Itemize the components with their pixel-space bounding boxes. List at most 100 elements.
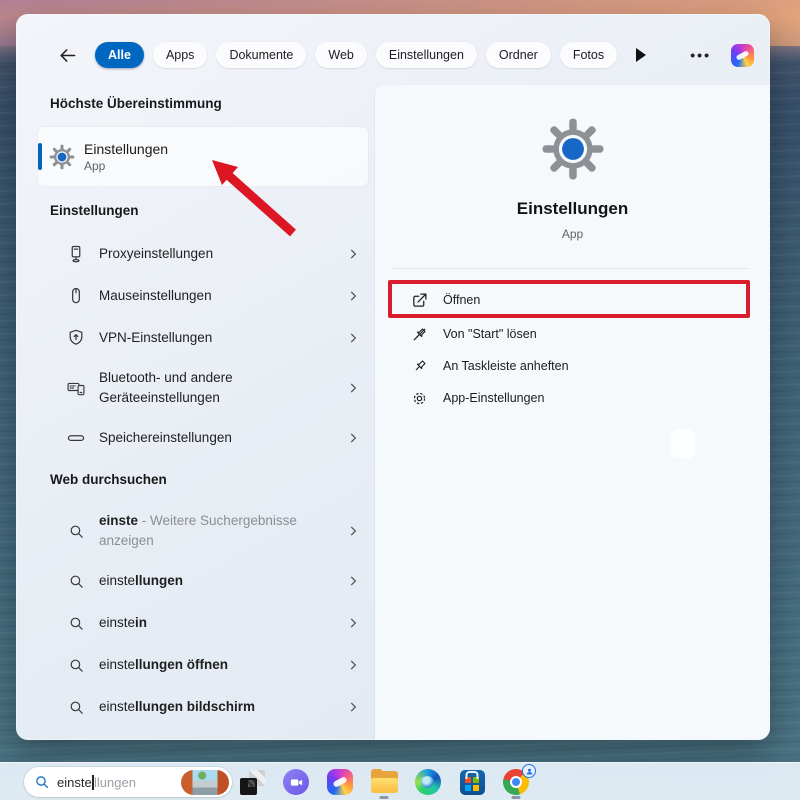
- preview-app-title: Einstellungen: [375, 199, 770, 219]
- search-suggestion-text: llungen: [94, 775, 136, 790]
- web-item-more-results[interactable]: einste - Weitere Suchergebnisse anzeigen: [38, 502, 368, 560]
- web-search-header: Web durchsuchen: [50, 472, 167, 487]
- query-text: einste: [99, 573, 135, 588]
- best-match-header: Höchste Übereinstimmung: [50, 96, 222, 111]
- open-external-icon: [410, 291, 429, 310]
- unpin-icon: [410, 325, 429, 344]
- taskbar-app-store[interactable]: [450, 763, 494, 800]
- chevron-right-icon: [346, 700, 360, 714]
- filter-tab-alle[interactable]: Alle: [95, 42, 144, 68]
- action-app-settings[interactable]: App-Einstellungen: [389, 382, 753, 414]
- action-pin-taskbar[interactable]: An Taskleiste anheften: [389, 350, 753, 382]
- settings-item-storage[interactable]: Speichereinstellungen: [38, 417, 368, 459]
- edge-icon: [415, 769, 441, 795]
- filter-tab-einstellungen[interactable]: Einstellungen: [376, 42, 477, 68]
- chevron-right-icon: [346, 616, 360, 630]
- video-camera-icon: [283, 769, 309, 795]
- query-text: einste: [99, 615, 135, 630]
- storage-drive-icon: [66, 428, 86, 448]
- copilot-icon[interactable]: [731, 44, 754, 67]
- web-item-einstellungen-bildschirm[interactable]: einstellungen bildschirm: [38, 686, 368, 728]
- taskbar-app-edge[interactable]: [406, 763, 450, 800]
- folder-icon: [371, 771, 398, 793]
- chevron-right-icon: [346, 331, 360, 345]
- action-label: Von "Start" lösen: [443, 327, 537, 341]
- taskbar-search-input[interactable]: einste llungen: [24, 767, 232, 797]
- web-item-label: einstellungen öffnen: [99, 655, 228, 675]
- best-match-title: Einstellungen: [84, 141, 168, 157]
- search-icon: [34, 774, 50, 790]
- action-open[interactable]: Öffnen: [389, 284, 753, 316]
- action-unpin-start[interactable]: Von "Start" lösen: [389, 318, 753, 350]
- settings-item-proxy[interactable]: Proxyeinstellungen: [38, 233, 368, 275]
- chevron-right-icon: [346, 574, 360, 588]
- taskbar-app-chrome[interactable]: [494, 763, 538, 800]
- web-item-label: einste - Weitere Suchergebnisse anzeigen: [99, 511, 339, 551]
- taskbar-app-video-chat[interactable]: [274, 763, 318, 800]
- filter-tab-ordner[interactable]: Ordner: [486, 42, 551, 68]
- web-item-einstellungen[interactable]: einstellungen: [38, 560, 368, 602]
- filter-tab-dokumente[interactable]: Dokumente: [216, 42, 306, 68]
- taskbar-app-dark-square[interactable]: [230, 763, 274, 800]
- running-indicator: [380, 796, 389, 799]
- preview-panel: Einstellungen App Öffnen Von "Start" lös…: [375, 85, 770, 740]
- web-item-label: einstellungen: [99, 571, 183, 591]
- bing-daily-image-thumbnail[interactable]: [181, 770, 229, 795]
- bluetooth-devices-icon: [66, 378, 86, 398]
- filter-tab-web[interactable]: Web: [315, 42, 366, 68]
- filter-tab-fotos[interactable]: Fotos: [560, 42, 617, 68]
- selection-accent-bar: [38, 143, 42, 170]
- action-label: Öffnen: [443, 293, 480, 307]
- settings-item-label: Proxyeinstellungen: [99, 244, 213, 264]
- more-filters-icon[interactable]: [636, 48, 646, 62]
- web-results-list: einste - Weitere Suchergebnisse anzeigen…: [38, 502, 368, 728]
- copilot-icon: [327, 769, 353, 795]
- search-icon: [66, 697, 86, 717]
- proxy-monitor-icon: [66, 244, 86, 264]
- chevron-right-icon: [346, 431, 360, 445]
- query-text: einste: [99, 657, 135, 672]
- settings-section-header: Einstellungen: [50, 203, 139, 218]
- settings-item-label: Mauseinstellungen: [99, 286, 212, 306]
- settings-item-vpn[interactable]: VPN-Einstellungen: [38, 317, 368, 359]
- web-item-einstellungen-oeffnen[interactable]: einstellungen öffnen: [38, 644, 368, 686]
- web-item-label: einstellungen bildschirm: [99, 697, 255, 717]
- best-match-item[interactable]: Einstellungen App: [38, 127, 368, 186]
- action-label: An Taskleiste anheften: [443, 359, 569, 373]
- chevron-right-icon: [346, 289, 360, 303]
- profile-badge-icon: [522, 764, 536, 778]
- settings-item-mouse[interactable]: Mauseinstellungen: [38, 275, 368, 317]
- taskbar-app-file-explorer[interactable]: [362, 763, 406, 800]
- gear-outline-icon: [410, 389, 429, 408]
- chevron-right-icon: [346, 381, 360, 395]
- back-button[interactable]: [52, 41, 82, 69]
- completion-text: llungen: [135, 573, 183, 588]
- taskbar-app-copilot[interactable]: [318, 763, 362, 800]
- pin-icon: [410, 357, 429, 376]
- completion-text: llungen öffnen: [135, 657, 228, 672]
- best-match-text: Einstellungen App: [84, 141, 168, 173]
- chevron-right-icon: [346, 247, 360, 261]
- settings-item-label: VPN-Einstellungen: [99, 328, 212, 348]
- search-icon: [66, 571, 86, 591]
- taskbar-apps: [230, 763, 538, 800]
- search-typed-text: einste: [57, 775, 92, 790]
- filter-tab-apps[interactable]: Apps: [153, 42, 208, 68]
- taskbar: einste llungen: [0, 762, 800, 800]
- filter-bar: Alle Apps Dokumente Web Einstellungen Or…: [16, 40, 770, 70]
- running-indicator: [512, 796, 521, 799]
- settings-item-bluetooth-devices[interactable]: Bluetooth- und andere Geräteeinstellunge…: [38, 359, 368, 417]
- best-match-subtitle: App: [84, 159, 168, 173]
- settings-gear-icon-large: [541, 117, 605, 181]
- chevron-right-icon: [346, 658, 360, 672]
- search-icon: [66, 521, 86, 541]
- query-text: einste: [99, 513, 138, 528]
- chevron-right-icon: [346, 524, 360, 538]
- query-text: einste: [99, 699, 135, 714]
- settings-gear-icon: [49, 144, 75, 170]
- divider: [393, 268, 748, 269]
- ellipsis-icon[interactable]: •••: [690, 47, 711, 63]
- web-item-einstein[interactable]: einstein: [38, 602, 368, 644]
- vpn-shield-icon: [66, 328, 86, 348]
- action-label: App-Einstellungen: [443, 391, 544, 405]
